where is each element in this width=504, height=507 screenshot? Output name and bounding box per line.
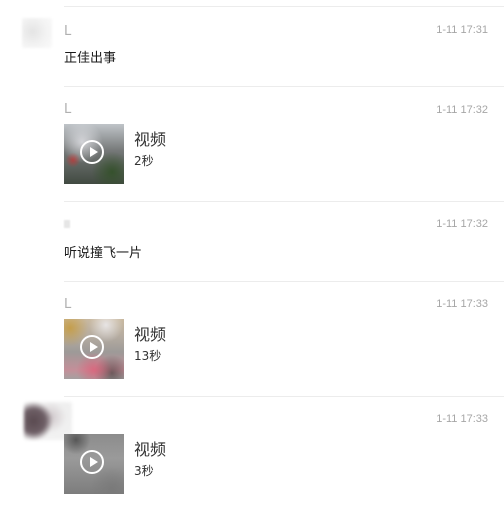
top-divider <box>64 6 504 7</box>
video-title: 视频 <box>134 440 167 459</box>
message-text[interactable]: 正佳出事 <box>64 47 116 66</box>
sender-name: L <box>64 102 72 117</box>
message-divider <box>64 86 504 87</box>
play-circle-icon[interactable] <box>80 335 104 359</box>
video-title: 视频 <box>134 325 167 344</box>
video-thumbnail[interactable] <box>64 434 124 494</box>
message-timestamp: 1-11 17:32 <box>436 104 488 116</box>
message-divider <box>64 396 504 397</box>
message-divider <box>64 281 504 282</box>
play-circle-icon[interactable] <box>80 140 104 164</box>
video-title: 视频 <box>134 130 167 149</box>
message-timestamp: 1-11 17:32 <box>436 218 488 230</box>
video-thumbnail[interactable] <box>64 319 124 379</box>
video-duration: 2秒 <box>134 154 154 168</box>
message-text[interactable]: 听说撞飞一片 <box>64 242 142 261</box>
message-divider <box>64 201 504 202</box>
video-thumbnail[interactable] <box>64 124 124 184</box>
sender-name: L <box>64 24 72 39</box>
play-circle-icon[interactable] <box>80 450 104 474</box>
video-duration: 13秒 <box>134 349 162 363</box>
video-duration: 3秒 <box>134 464 154 478</box>
sender-name <box>64 220 70 228</box>
message-timestamp: 1-11 17:33 <box>436 413 488 425</box>
message-timestamp: 1-11 17:31 <box>436 24 488 36</box>
message-timestamp: 1-11 17:33 <box>436 298 488 310</box>
avatar[interactable] <box>22 18 52 48</box>
sender-name: L <box>64 297 72 312</box>
